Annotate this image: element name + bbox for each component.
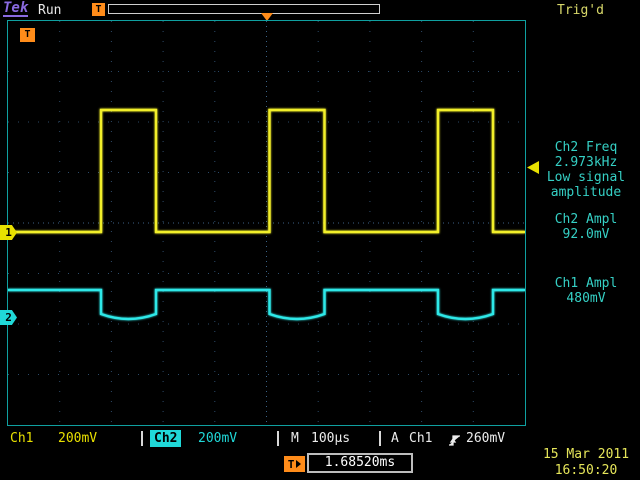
measurement-label: Ch1 Ampl [532, 276, 640, 291]
trigger-level-value: 260mV [466, 431, 505, 447]
delay-t-letter: T [288, 458, 295, 471]
tek-logo: Tek [3, 1, 28, 17]
measurement-ch2-freq: Ch2 Freq 2.973kHz Low signal amplitude [532, 140, 640, 200]
trigger-source: Ch1 [409, 431, 432, 447]
measurement-label: Ch2 Ampl [532, 212, 640, 227]
oscilloscope-screen: Tek Run T Trig'd T 1 2 Ch2 Freq 2.973kHz… [0, 0, 640, 480]
time-display: 16:50:20 [534, 463, 638, 478]
trigger-mode-label: A [391, 431, 399, 447]
measurement-value: 92.0mV [532, 227, 640, 242]
trigger-status: Trig'd [557, 3, 604, 18]
measurement-value: 2.973kHz [532, 155, 640, 170]
ch1-scale: 200mV [58, 431, 97, 447]
graticule: T [7, 20, 526, 426]
ch1-label: Ch1 [10, 431, 33, 447]
timebase-label: M [291, 431, 299, 447]
trigger-t-icon: T [92, 3, 105, 16]
right-arrow-icon [296, 460, 301, 468]
statusbar-divider [379, 431, 381, 446]
measurement-ch2-ampl: Ch2 Ampl 92.0mV [532, 212, 640, 242]
delay-readout: 1.68520ms [307, 453, 413, 473]
date-display: 15 Mar 2011 [534, 447, 638, 462]
ch2-scale: 200mV [198, 431, 237, 447]
trigger-delay-flag-icon: T [20, 28, 35, 42]
rising-edge-icon [448, 432, 461, 451]
ch2-label: Ch2 [150, 430, 181, 447]
measurement-value: 480mV [532, 291, 640, 306]
waveform-traces [8, 21, 525, 425]
measurement-ch1-ampl: Ch1 Ampl 480mV [532, 276, 640, 306]
record-view-bar [108, 4, 380, 14]
timebase-value: 100µs [311, 431, 350, 447]
measurement-note: Low signal [532, 170, 640, 185]
delay-t-icon: T [284, 456, 305, 472]
measurement-note: amplitude [532, 185, 640, 200]
acquisition-status: Run [38, 3, 61, 18]
statusbar-divider [141, 431, 143, 446]
measurement-label: Ch2 Freq [532, 140, 640, 155]
statusbar-divider [277, 431, 279, 446]
